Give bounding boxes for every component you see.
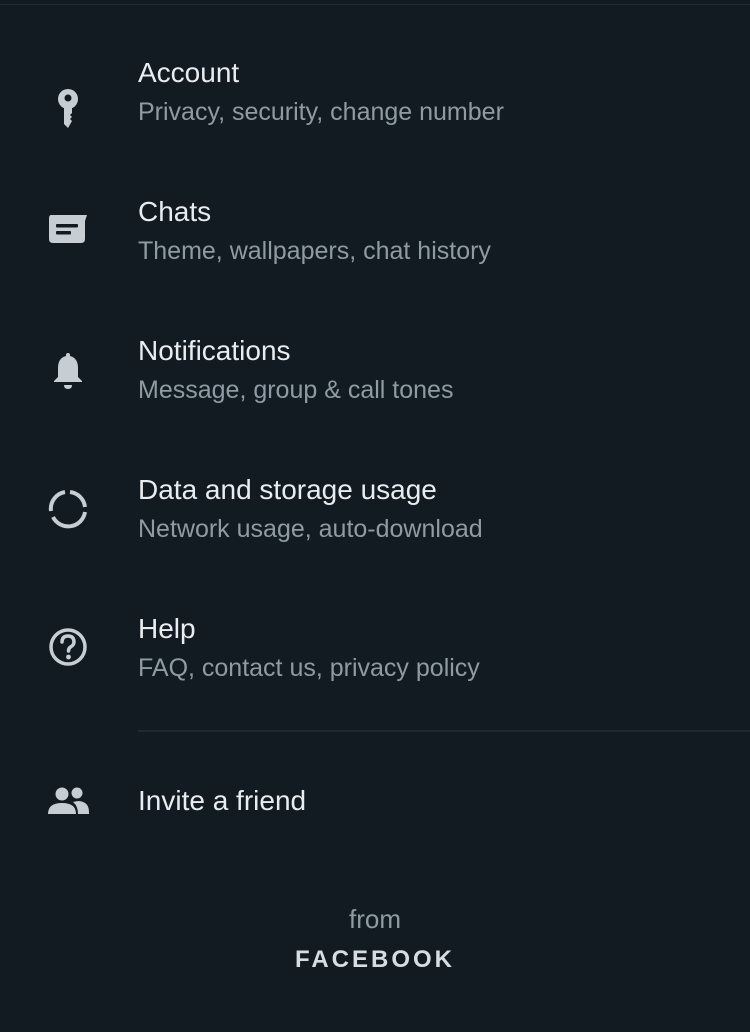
settings-item-help[interactable]: Help FAQ, contact us, privacy policy — [0, 596, 750, 735]
settings-item-subtitle: Theme, wallpapers, chat history — [138, 237, 491, 265]
footer-from-label: from — [349, 904, 401, 934]
settings-item-subtitle: Message, group & call tones — [138, 376, 454, 404]
settings-item-title: Chats — [138, 196, 212, 227]
key-icon — [44, 86, 92, 134]
settings-item-subtitle: Privacy, security, change number — [138, 98, 504, 126]
settings-item-title: Account — [138, 57, 240, 88]
settings-item-chats[interactable]: Chats Theme, wallpapers, chat history — [0, 179, 750, 318]
invite-friend-title: Invite a friend — [138, 785, 307, 816]
chat-icon — [44, 205, 92, 253]
settings-item-data-storage[interactable]: Data and storage usage Network usage, au… — [0, 457, 750, 596]
top-divider — [0, 4, 750, 5]
settings-item-title: Help — [138, 613, 196, 644]
invite-friend-item[interactable]: Invite a friend — [0, 735, 750, 865]
section-divider — [138, 730, 750, 732]
facebook-brand-label: FACEBOOK — [294, 946, 455, 973]
settings-item-subtitle: Network usage, auto-download — [138, 515, 483, 543]
bell-icon — [44, 346, 92, 394]
data-usage-icon — [44, 485, 92, 533]
settings-item-title: Data and storage usage — [138, 474, 437, 505]
settings-item-title: Notifications — [138, 335, 291, 366]
settings-item-subtitle: FAQ, contact us, privacy policy — [138, 654, 480, 682]
help-icon — [44, 623, 92, 671]
people-icon — [44, 777, 92, 825]
settings-item-notifications[interactable]: Notifications Message, group & call tone… — [0, 318, 750, 457]
settings-item-account[interactable]: Account Privacy, security, change number — [0, 40, 750, 179]
